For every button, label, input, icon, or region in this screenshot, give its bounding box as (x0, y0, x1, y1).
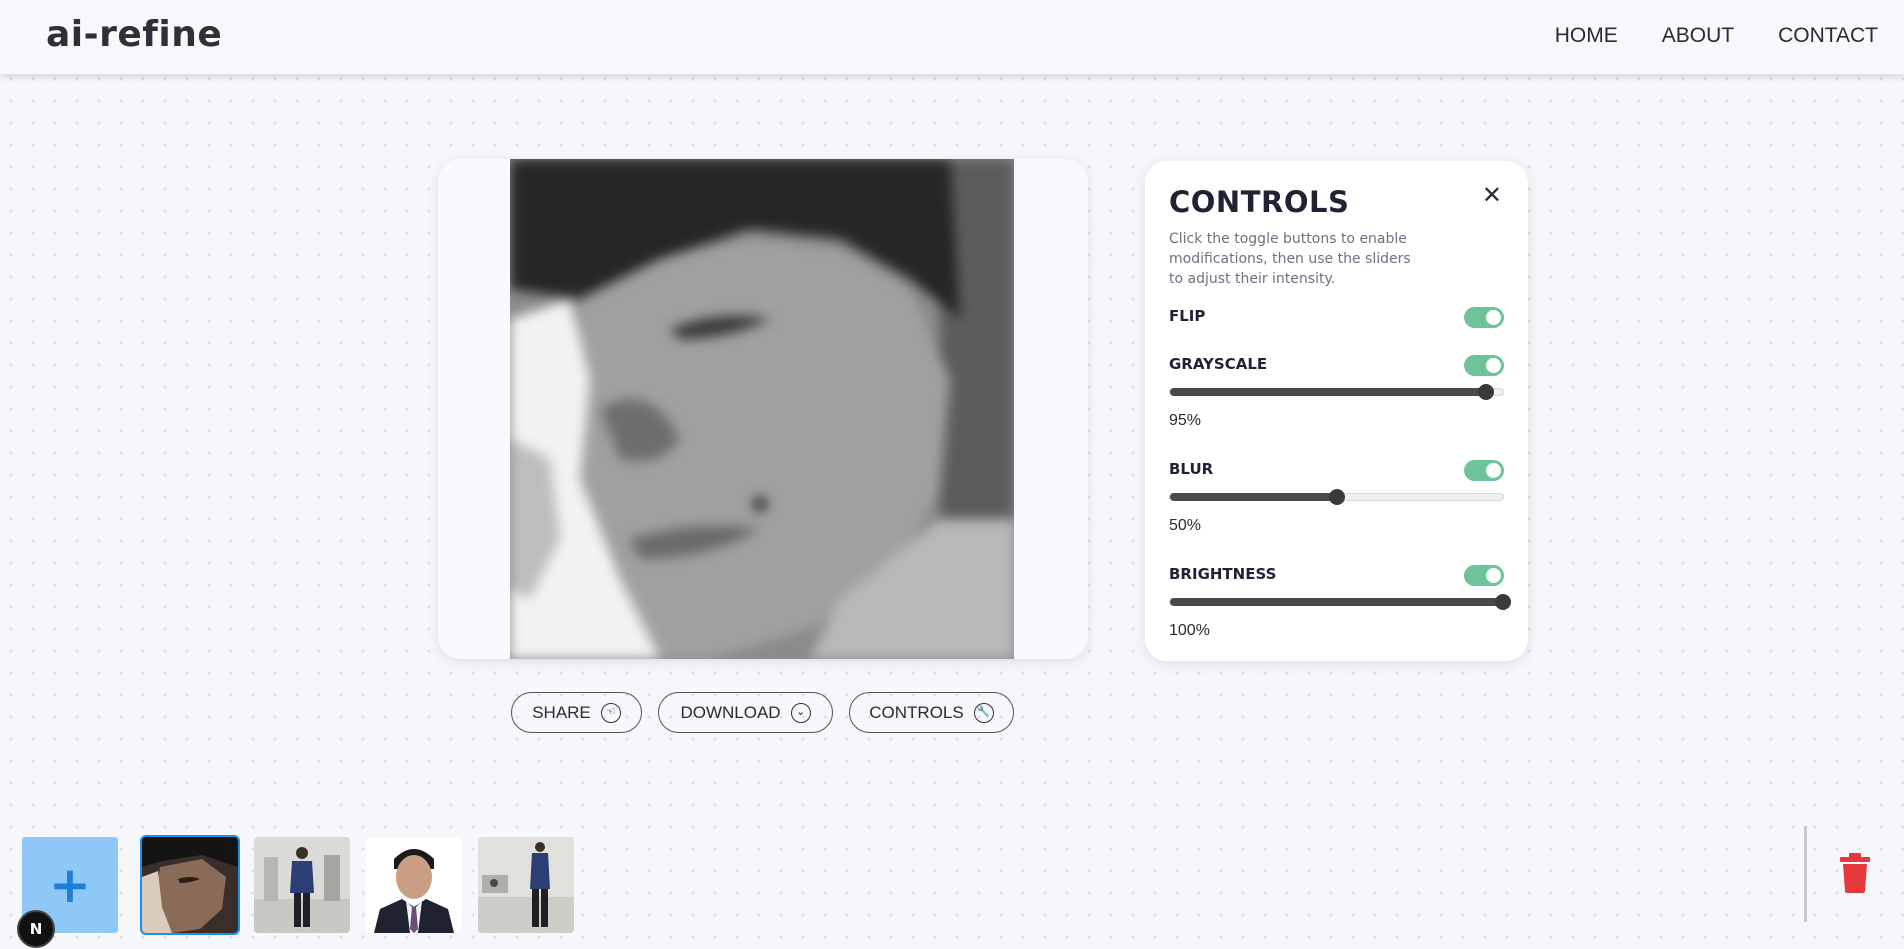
brightness-slider[interactable] (1169, 594, 1511, 610)
share-label: SHARE (532, 702, 591, 722)
blur-slider[interactable] (1169, 489, 1504, 505)
blur-value: 50% (1169, 517, 1202, 534)
grayscale-slider-fill (1170, 388, 1487, 396)
face-closeup-thumbnail-image (142, 837, 238, 933)
nav-contact-link[interactable]: CONTACT (1778, 24, 1878, 48)
download-button[interactable]: DOWNLOAD ⌄ (658, 692, 833, 733)
flip-toggle[interactable] (1464, 307, 1504, 328)
flip-label: FLIP (1169, 307, 1206, 325)
nav-home-link[interactable]: HOME (1555, 24, 1618, 48)
grayscale-slider-handle[interactable] (1478, 384, 1495, 400)
image-preview-card (438, 159, 1088, 659)
brightness-label: BRIGHTNESS (1169, 565, 1277, 583)
thumbnail-portrait[interactable] (366, 837, 462, 933)
side-man-thumbnail-image (478, 837, 574, 933)
main-nav: HOME ABOUT CONTACT (1555, 24, 1878, 48)
image-actions: SHARE ☜ DOWNLOAD ⌄ CONTROLS 🔧 (0, 692, 1904, 734)
controls-button[interactable]: CONTROLS 🔧 (849, 692, 1014, 733)
controls-description: Click the toggle buttons to enable modif… (1169, 231, 1411, 287)
brightness-slider-fill (1170, 598, 1503, 606)
portrait-thumbnail-image (366, 837, 462, 933)
strip-divider (1804, 826, 1807, 922)
thumbnail-face-closeup[interactable] (140, 835, 240, 935)
trash-icon[interactable] (1838, 853, 1872, 893)
blur-toggle[interactable] (1464, 460, 1504, 481)
grayscale-label: GRAYSCALE (1169, 355, 1268, 373)
edited-photo (510, 159, 1014, 659)
close-icon[interactable]: ✕ (1482, 183, 1502, 207)
brightness-slider-handle[interactable] (1495, 594, 1511, 610)
nav-about-link[interactable]: ABOUT (1662, 24, 1734, 48)
top-nav-bar: ai-refine HOME ABOUT CONTACT (0, 0, 1904, 75)
chevron-down-icon: ⌄ (790, 702, 811, 723)
controls-label: CONTROLS (869, 702, 964, 722)
brightness-toggle[interactable] (1464, 565, 1504, 586)
blur-label: BLUR (1169, 460, 1214, 478)
thumbnail-standing-man[interactable] (254, 837, 350, 933)
thumbnail-side-man[interactable] (478, 837, 574, 933)
grayscale-value: 95% (1169, 412, 1202, 429)
share-icon: ☜ (600, 702, 621, 723)
grayscale-slider[interactable] (1169, 384, 1504, 400)
share-button[interactable]: SHARE ☜ (511, 692, 642, 733)
grayscale-toggle[interactable] (1464, 355, 1504, 376)
wrench-icon: 🔧 (973, 702, 994, 723)
blur-slider-fill (1170, 493, 1337, 501)
brightness-value: 100% (1169, 622, 1210, 639)
dev-badge[interactable]: N (17, 910, 55, 948)
controls-panel: CONTROLS ✕ Click the toggle buttons to e… (1145, 161, 1528, 661)
controls-title: CONTROLS (1169, 185, 1350, 219)
standing-man-thumbnail-image (254, 837, 350, 933)
download-label: DOWNLOAD (680, 702, 781, 722)
app-logo[interactable]: ai-refine (46, 14, 222, 55)
blur-slider-handle[interactable] (1328, 489, 1345, 505)
